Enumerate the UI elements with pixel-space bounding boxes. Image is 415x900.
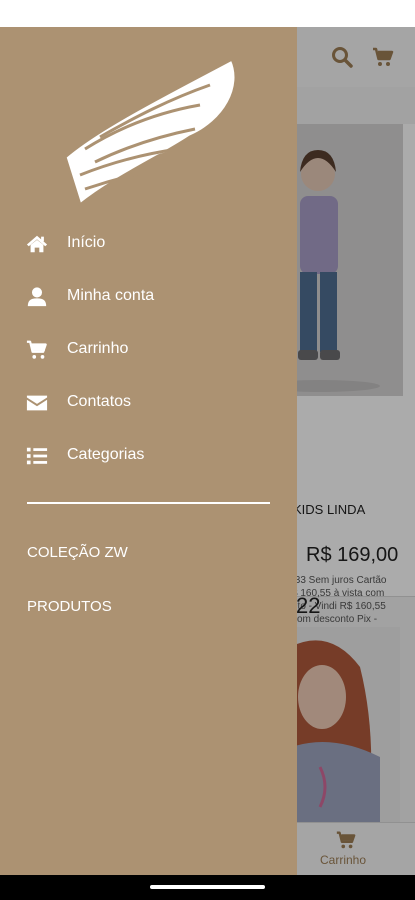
navigation-drawer: Início Minha conta Carrinho Contatos Cat…	[0, 27, 297, 875]
drawer-divider	[27, 502, 270, 504]
user-icon	[27, 287, 47, 307]
drawer-item-contacts[interactable]: Contatos	[0, 381, 297, 425]
list-icon	[26, 447, 48, 465]
drawer-item-label: Início	[67, 234, 106, 251]
drawer-item-account[interactable]: Minha conta	[0, 275, 297, 319]
drawer-item-label: Carrinho	[67, 340, 129, 357]
status-bar	[0, 0, 415, 27]
home-indicator[interactable]	[150, 885, 265, 889]
drawer-item-categories[interactable]: Categorias	[0, 434, 297, 478]
drawer-section-colecao[interactable]: COLEÇÃO ZW	[27, 544, 128, 561]
drawer-item-cart[interactable]: Carrinho	[0, 328, 297, 372]
drawer-section-produtos[interactable]: PRODUTOS	[27, 598, 112, 615]
home-icon	[26, 235, 48, 253]
system-nav-bar	[0, 875, 415, 900]
drawer-item-home[interactable]: Início	[0, 222, 297, 266]
envelope-icon	[26, 395, 48, 411]
drawer-item-label: Minha conta	[67, 287, 155, 304]
cart-icon	[26, 340, 47, 359]
drawer-item-label: Contatos	[67, 393, 132, 410]
drawer-item-label: Categorias	[67, 446, 145, 463]
wing-logo	[63, 57, 238, 207]
